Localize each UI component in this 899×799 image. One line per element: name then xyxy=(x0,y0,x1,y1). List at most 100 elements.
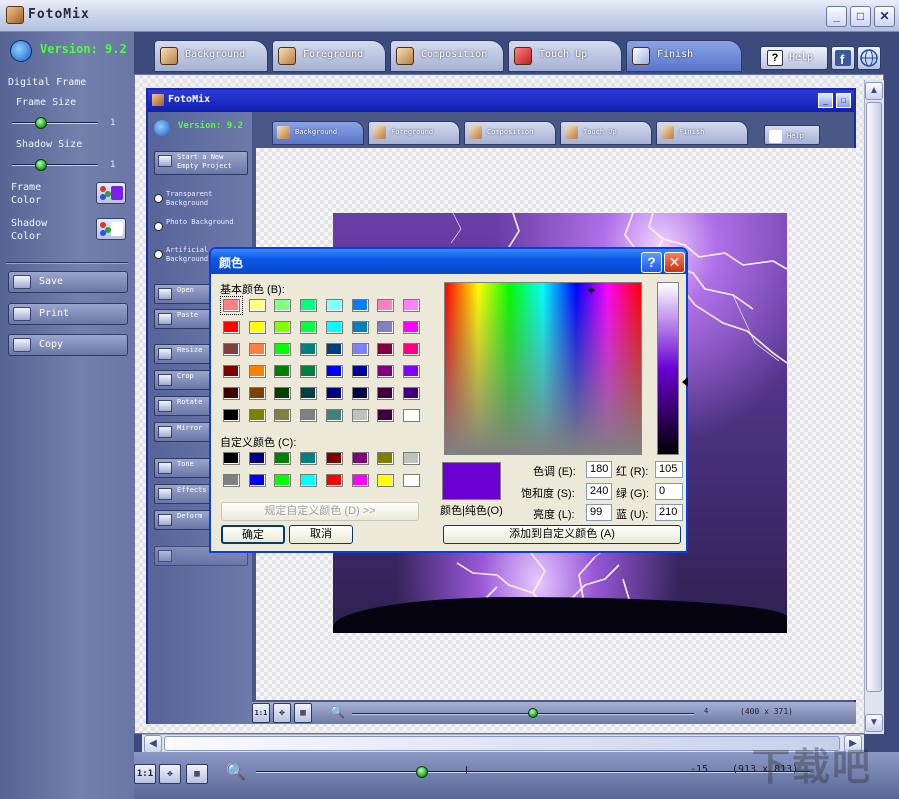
basic-color-swatch[interactable] xyxy=(351,321,369,334)
basic-color-swatch[interactable] xyxy=(248,299,266,312)
dialog-close-button[interactable]: ✕ xyxy=(664,252,685,273)
basic-color-swatch[interactable] xyxy=(274,299,292,312)
frame-size-slider-thumb[interactable] xyxy=(35,117,47,129)
custom-color-swatch[interactable] xyxy=(300,474,318,487)
basic-color-swatch[interactable] xyxy=(402,299,420,312)
custom-color-swatch[interactable] xyxy=(351,474,369,487)
luminosity-input[interactable]: 99 xyxy=(586,504,612,521)
frame-color-button[interactable] xyxy=(96,182,126,204)
basic-color-swatch[interactable] xyxy=(274,387,292,400)
basic-color-swatch[interactable] xyxy=(377,343,395,356)
custom-color-swatch[interactable] xyxy=(300,452,318,465)
basic-color-swatch[interactable] xyxy=(223,387,240,400)
basic-color-swatch[interactable] xyxy=(220,296,243,315)
zoom-slider[interactable] xyxy=(256,771,810,773)
save-button[interactable]: Save xyxy=(8,271,128,293)
basic-color-swatch[interactable] xyxy=(300,409,318,422)
custom-color-swatch[interactable] xyxy=(402,452,420,465)
basic-color-swatch[interactable] xyxy=(325,365,343,378)
custom-color-swatch[interactable] xyxy=(274,474,292,487)
basic-color-swatch[interactable] xyxy=(351,387,369,400)
color-spectrum[interactable] xyxy=(444,282,642,455)
dialog-help-button[interactable]: ? xyxy=(641,252,662,273)
frame-size-slider[interactable] xyxy=(12,122,98,124)
close-button[interactable]: ✕ xyxy=(874,6,895,27)
define-custom-colors-button[interactable]: 规定自定义颜色 (D) >> xyxy=(221,502,419,521)
custom-color-swatch[interactable] xyxy=(223,474,240,487)
basic-color-swatch[interactable] xyxy=(300,387,318,400)
basic-color-swatch[interactable] xyxy=(325,409,343,422)
basic-color-swatch[interactable] xyxy=(402,409,420,422)
basic-color-swatch[interactable] xyxy=(325,321,343,334)
scroll-left-button[interactable]: ◀ xyxy=(144,735,162,753)
basic-color-swatch[interactable] xyxy=(248,343,266,356)
basic-color-swatch[interactable] xyxy=(300,343,318,356)
basic-color-swatch[interactable] xyxy=(325,299,343,312)
ok-button[interactable]: 确定 xyxy=(221,525,285,544)
basic-color-swatch[interactable] xyxy=(248,409,266,422)
green-input[interactable]: 0 xyxy=(655,483,683,500)
basic-color-swatch[interactable] xyxy=(325,343,343,356)
tab-finish[interactable]: Finish xyxy=(626,40,742,72)
basic-color-swatch[interactable] xyxy=(248,321,266,334)
luminosity-arrow-icon[interactable] xyxy=(682,377,688,387)
basic-color-swatch[interactable] xyxy=(377,387,395,400)
basic-color-swatch[interactable] xyxy=(402,321,420,334)
basic-color-swatch[interactable] xyxy=(402,343,420,356)
vertical-scroll-thumb[interactable] xyxy=(866,102,882,692)
zoom-slider-thumb[interactable] xyxy=(416,766,428,778)
grid-button[interactable]: ▦ xyxy=(186,764,208,784)
basic-color-swatch[interactable] xyxy=(402,365,420,378)
basic-color-swatch[interactable] xyxy=(223,321,240,334)
custom-color-swatch[interactable] xyxy=(377,474,395,487)
custom-color-swatch[interactable] xyxy=(351,452,369,465)
luminosity-bar[interactable] xyxy=(657,282,679,455)
basic-color-swatch[interactable] xyxy=(402,387,420,400)
add-to-custom-colors-button[interactable]: 添加到自定义颜色 (A) xyxy=(443,525,681,544)
custom-color-swatch[interactable] xyxy=(274,452,292,465)
website-button[interactable] xyxy=(857,46,881,70)
help-button[interactable]: ? Help xyxy=(760,46,828,70)
basic-color-swatch[interactable] xyxy=(377,299,395,312)
horizontal-scroll-thumb[interactable] xyxy=(164,736,840,751)
custom-color-swatch[interactable] xyxy=(248,452,266,465)
facebook-button[interactable]: f xyxy=(831,46,855,70)
basic-color-swatch[interactable] xyxy=(274,409,292,422)
tab-foreground[interactable]: Foreground xyxy=(272,40,386,72)
custom-color-swatch[interactable] xyxy=(325,474,343,487)
basic-color-swatch[interactable] xyxy=(377,365,395,378)
saturation-input[interactable]: 240 xyxy=(586,483,612,500)
shadow-size-slider[interactable] xyxy=(12,164,98,166)
blue-input[interactable]: 210 xyxy=(655,504,683,521)
custom-color-swatch[interactable] xyxy=(377,452,395,465)
maximize-button[interactable]: □ xyxy=(850,6,871,27)
tab-background[interactable]: Background xyxy=(154,40,268,72)
basic-color-swatch[interactable] xyxy=(377,409,395,422)
actual-size-button[interactable]: 1:1 xyxy=(134,764,156,784)
basic-color-swatch[interactable] xyxy=(274,321,292,334)
basic-color-swatch[interactable] xyxy=(351,409,369,422)
custom-color-swatch[interactable] xyxy=(223,452,240,465)
copy-button[interactable]: Copy xyxy=(8,334,128,356)
basic-color-swatch[interactable] xyxy=(325,387,343,400)
basic-color-swatch[interactable] xyxy=(274,365,292,378)
hue-input[interactable]: 180 xyxy=(586,461,612,478)
tab-composition[interactable]: Composition xyxy=(390,40,504,72)
vertical-scrollbar[interactable]: ▲ ▼ xyxy=(864,80,884,734)
tab-touch-up[interactable]: Touch Up xyxy=(508,40,622,72)
basic-color-swatch[interactable] xyxy=(351,343,369,356)
basic-color-swatch[interactable] xyxy=(300,299,318,312)
basic-color-swatch[interactable] xyxy=(351,365,369,378)
basic-color-swatch[interactable] xyxy=(248,387,266,400)
scroll-up-button[interactable]: ▲ xyxy=(865,82,883,100)
basic-color-swatch[interactable] xyxy=(248,365,266,378)
shadow-size-slider-thumb[interactable] xyxy=(35,159,47,171)
basic-color-swatch[interactable] xyxy=(223,409,240,422)
red-input[interactable]: 105 xyxy=(655,461,683,478)
cancel-button[interactable]: 取消 xyxy=(289,525,353,544)
basic-color-swatch[interactable] xyxy=(223,365,240,378)
basic-color-swatch[interactable] xyxy=(377,321,395,334)
basic-color-swatch[interactable] xyxy=(351,299,369,312)
scroll-down-button[interactable]: ▼ xyxy=(865,714,883,732)
custom-color-swatch[interactable] xyxy=(402,474,420,487)
